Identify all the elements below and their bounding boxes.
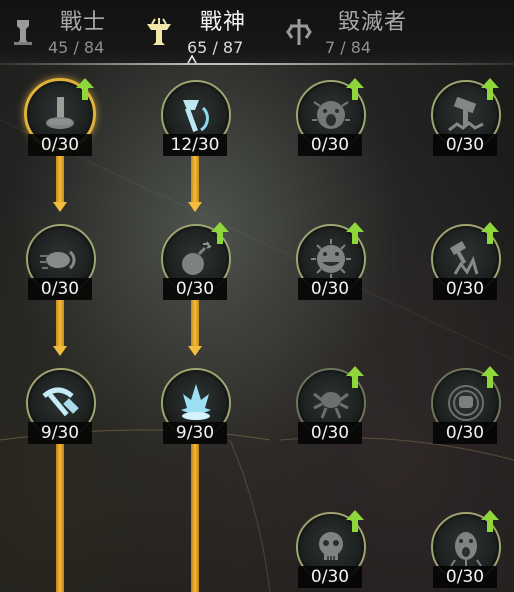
- skill-node[interactable]: 0/30: [24, 78, 98, 156]
- skill-link: [56, 156, 64, 202]
- skill-level: 0/30: [163, 278, 227, 300]
- skill-node[interactable]: 0/30: [26, 224, 98, 300]
- skill-node[interactable]: 0/30: [431, 366, 503, 444]
- skill-node[interactable]: 0/30: [431, 78, 503, 156]
- tab-warrior-points: 45 / 84: [48, 38, 105, 57]
- tab-wargod[interactable]: 戰神 65 / 87: [140, 0, 270, 62]
- arrow-down-icon: [188, 346, 202, 356]
- skill-level: 0/30: [298, 566, 362, 588]
- tab-wargod-label: 戰神: [200, 10, 247, 35]
- skill-level: 0/30: [433, 566, 497, 588]
- upgrade-arrow-icon: [481, 78, 499, 100]
- skill-level: 0/30: [298, 134, 362, 156]
- upgrade-arrow-icon: [211, 222, 229, 244]
- upgrade-arrow-icon: [346, 222, 364, 244]
- arrow-down-icon: [53, 202, 67, 212]
- skill-level: 0/30: [28, 278, 92, 300]
- skill-level: 9/30: [28, 422, 92, 444]
- skill-level: 0/30: [298, 278, 362, 300]
- skill-link: [191, 444, 199, 592]
- upgrade-arrow-icon: [481, 510, 499, 532]
- skill-node[interactable]: 12/30: [161, 80, 233, 156]
- upgrade-arrow-icon: [481, 366, 499, 388]
- skill-link: [56, 444, 64, 592]
- skill-level: 0/30: [433, 422, 497, 444]
- tab-warrior-label: 戰士: [60, 10, 107, 35]
- destroyer-class-icon: [286, 19, 312, 45]
- pickaxe-hammer-icon: [42, 387, 79, 417]
- skill-level: 9/30: [163, 422, 227, 444]
- skill-link: [191, 300, 199, 346]
- skill-node[interactable]: 9/30: [26, 368, 98, 444]
- upgrade-arrow-icon: [481, 222, 499, 244]
- skill-link: [56, 300, 64, 346]
- skill-node[interactable]: 9/30: [161, 368, 233, 444]
- skill-node[interactable]: 0/30: [161, 222, 233, 300]
- skill-level: 0/30: [433, 278, 497, 300]
- skill-node[interactable]: 0/30: [296, 366, 368, 444]
- warrior-class-icon: [14, 20, 32, 45]
- skill-node[interactable]: 0/30: [296, 510, 368, 588]
- tab-warrior[interactable]: 戰士 45 / 84: [0, 0, 120, 62]
- skill-node[interactable]: 0/30: [431, 222, 503, 300]
- fist-strike-icon: [40, 250, 76, 270]
- upgrade-arrow-icon: [346, 78, 364, 100]
- skill-level: 12/30: [163, 134, 227, 156]
- upgrade-arrow-icon: [76, 78, 94, 100]
- ice-burst-icon: [181, 384, 211, 420]
- skill-link: [191, 156, 199, 202]
- skill-level: 0/30: [28, 134, 92, 156]
- skill-node[interactable]: 0/30: [296, 222, 368, 300]
- wargod-class-icon: [147, 18, 171, 45]
- tab-destroyer[interactable]: 毀滅者 7 / 84: [280, 0, 440, 62]
- tab-destroyer-points: 7 / 84: [325, 38, 372, 57]
- skill-level: 0/30: [433, 134, 497, 156]
- axe-swing-icon: [183, 100, 209, 132]
- upgrade-arrow-icon: [346, 510, 364, 532]
- tab-destroyer-label: 毀滅者: [338, 10, 408, 35]
- skill-node[interactable]: 0/30: [431, 510, 503, 588]
- arrow-down-icon: [188, 202, 202, 212]
- arrow-down-icon: [53, 346, 67, 356]
- upgrade-arrow-icon: [346, 366, 364, 388]
- skill-level: 0/30: [298, 422, 362, 444]
- skill-node[interactable]: 0/30: [296, 78, 368, 156]
